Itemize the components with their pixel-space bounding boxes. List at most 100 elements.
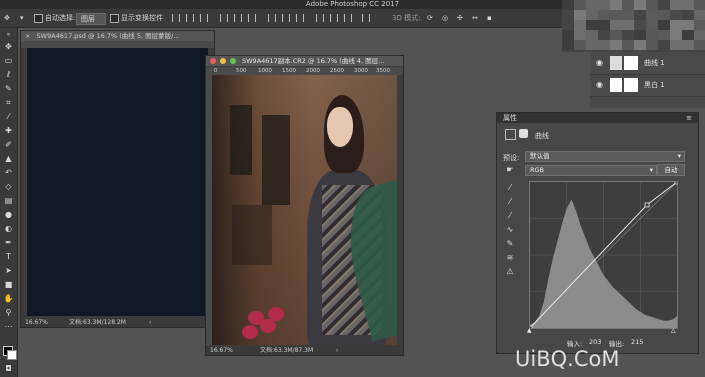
zoom-level[interactable]: 16.67%: [25, 318, 48, 327]
auto-select-dropdown[interactable]: 图层: [76, 13, 106, 25]
eye-icon[interactable]: ◉: [596, 80, 603, 89]
layer-row[interactable]: ◉ 曲线 1: [590, 52, 705, 75]
quick-select-tool-icon[interactable]: ✎: [3, 84, 14, 94]
distribute-top-icon[interactable]: [268, 14, 276, 22]
auto-select-checkbox-box[interactable]: [34, 13, 43, 23]
ruler-tick: 3500: [376, 68, 390, 74]
zoom-level[interactable]: 16.67%: [210, 346, 233, 355]
preset-dropdown[interactable]: 默认值 ▾: [525, 151, 685, 162]
target-adjust-tool-icon[interactable]: ☛: [505, 165, 515, 175]
type-tool-icon[interactable]: T: [3, 252, 14, 262]
tool-preset-chevron-icon[interactable]: ▾: [20, 12, 24, 24]
path-selection-tool-icon[interactable]: ➤: [3, 266, 14, 276]
ruler-tick: 1000: [258, 68, 272, 74]
properties-header: 属性 ≡: [497, 113, 698, 123]
distribute-bottom-icon[interactable]: [296, 14, 304, 22]
zoom-tool-icon[interactable]: ⚲: [3, 308, 14, 318]
brush-tool-icon[interactable]: ✐: [3, 140, 14, 150]
marquee-tool-icon[interactable]: ▭: [3, 56, 14, 66]
output-value[interactable]: 215: [631, 338, 643, 346]
gray-point-eyedropper-icon[interactable]: ⁄: [505, 197, 515, 207]
document-canvas[interactable]: [27, 48, 208, 316]
pen-tool-icon[interactable]: ✒: [3, 238, 14, 248]
curve-control-point[interactable]: [644, 202, 650, 208]
scale-3d-icon[interactable]: ▪: [487, 12, 492, 24]
auto-button[interactable]: 自动: [657, 164, 685, 176]
show-transform-checkbox-box[interactable]: [110, 13, 119, 23]
distribute-left-icon[interactable]: [316, 14, 324, 22]
align-hcenter-icon[interactable]: [234, 14, 242, 22]
close-tab-icon[interactable]: ×: [21, 32, 30, 40]
background-color-swatch[interactable]: [7, 350, 17, 360]
layer-mask-thumbnail[interactable]: [624, 56, 638, 70]
clone-stamp-tool-icon[interactable]: ▲: [3, 154, 14, 164]
blur-tool-icon[interactable]: ●: [3, 210, 14, 220]
document-window-cr2[interactable]: SW9A4617副本.CR2 @ 16.7% (曲线 4, 图层... 0 50…: [205, 55, 404, 356]
edit-points-curve-icon[interactable]: ∿: [505, 225, 515, 235]
curve-control-point[interactable]: [674, 179, 680, 185]
layer-row[interactable]: ◉ 黑白 1: [590, 74, 705, 97]
align-top-icon[interactable]: [172, 14, 180, 22]
minimize-window-icon[interactable]: [220, 58, 226, 64]
align-left-icon[interactable]: [220, 14, 228, 22]
eye-icon[interactable]: ◉: [596, 58, 603, 67]
document-window-psd[interactable]: × SW9A4617.psd @ 16.7% (曲线 5, 图层蒙版/... 1…: [20, 30, 215, 328]
distribute-hcenter-icon[interactable]: [330, 14, 338, 22]
more-tools-icon[interactable]: ⋯: [3, 322, 14, 332]
channel-dropdown[interactable]: RGB ▾: [525, 165, 657, 176]
align-vcenter-icon[interactable]: [186, 14, 194, 22]
layer-mask-thumbnail[interactable]: [624, 78, 638, 92]
clipping-warning-icon[interactable]: ⚠: [505, 267, 515, 277]
white-point-eyedropper-icon[interactable]: ⁄: [505, 211, 515, 221]
dodge-tool-icon[interactable]: ◐: [3, 224, 14, 234]
align-right-icon[interactable]: [248, 14, 256, 22]
collapse-toolbar-icon[interactable]: »: [3, 30, 14, 40]
hand-tool-icon[interactable]: ✋: [3, 294, 14, 304]
mosaic-tile: [562, 30, 574, 40]
move-tool-icon[interactable]: ✥: [4, 12, 10, 24]
status-menu-arrow-icon[interactable]: ›: [336, 346, 338, 355]
pan-3d-icon[interactable]: ✣: [457, 12, 463, 24]
curves-svg[interactable]: [527, 179, 680, 331]
mosaic-tile: [562, 0, 574, 10]
close-window-icon[interactable]: [210, 58, 216, 64]
document-tab[interactable]: × SW9A4617.psd @ 16.7% (曲线 5, 图层蒙版/...: [21, 31, 214, 41]
quick-mask-icon[interactable]: ◘: [3, 364, 14, 374]
smooth-curve-icon[interactable]: ≋: [505, 253, 515, 263]
roll-3d-icon[interactable]: ◎: [442, 12, 448, 24]
show-transform-checkbox[interactable]: 显示变换控件: [110, 12, 163, 24]
slide-3d-icon[interactable]: ↔: [472, 12, 478, 24]
document-tab-title: SW9A4617.psd @ 16.7% (曲线 5, 图层蒙版/...: [36, 32, 180, 40]
preset-label: 预设:: [503, 154, 520, 162]
crop-tool-icon[interactable]: ⌗: [3, 98, 14, 108]
document-titlebar[interactable]: SW9A4617副本.CR2 @ 16.7% (曲线 4, 图层...: [206, 56, 403, 66]
black-point-eyedropper-icon[interactable]: ⁄: [505, 183, 515, 193]
eraser-tool-icon[interactable]: ◇: [3, 182, 14, 192]
black-input-slider-icon[interactable]: ▲: [527, 327, 532, 334]
curves-graph[interactable]: [527, 179, 680, 331]
shape-tool-icon[interactable]: ■: [3, 280, 14, 290]
mosaic-tile: [658, 10, 670, 20]
mosaic-tile: [670, 0, 682, 10]
auto-select-checkbox[interactable]: 自动选择:: [34, 12, 75, 24]
mosaic-tile: [658, 0, 670, 10]
orbit-3d-icon[interactable]: ⟳: [427, 12, 433, 24]
distribute-right-icon[interactable]: [344, 14, 352, 22]
status-menu-arrow-icon[interactable]: ›: [149, 318, 151, 327]
panel-menu-icon[interactable]: ≡: [686, 113, 692, 123]
healing-brush-tool-icon[interactable]: ✚: [3, 126, 14, 136]
zoom-window-icon[interactable]: [230, 58, 236, 64]
input-value[interactable]: 203: [589, 338, 601, 346]
auto-align-icon[interactable]: [362, 14, 370, 22]
portrait-photo[interactable]: [212, 75, 397, 345]
layer-mask-icon[interactable]: [519, 129, 528, 138]
align-bottom-icon[interactable]: [200, 14, 208, 22]
white-input-slider-icon[interactable]: △: [671, 327, 676, 334]
history-brush-tool-icon[interactable]: ↶: [3, 168, 14, 178]
distribute-vcenter-icon[interactable]: [282, 14, 290, 22]
draw-curve-pencil-icon[interactable]: ✎: [505, 239, 515, 249]
lasso-tool-icon[interactable]: ℓ: [3, 70, 14, 80]
gradient-tool-icon[interactable]: ▤: [3, 196, 14, 206]
move-tool-icon[interactable]: ✥: [3, 42, 14, 52]
eyedropper-tool-icon[interactable]: ⁄: [3, 112, 14, 122]
